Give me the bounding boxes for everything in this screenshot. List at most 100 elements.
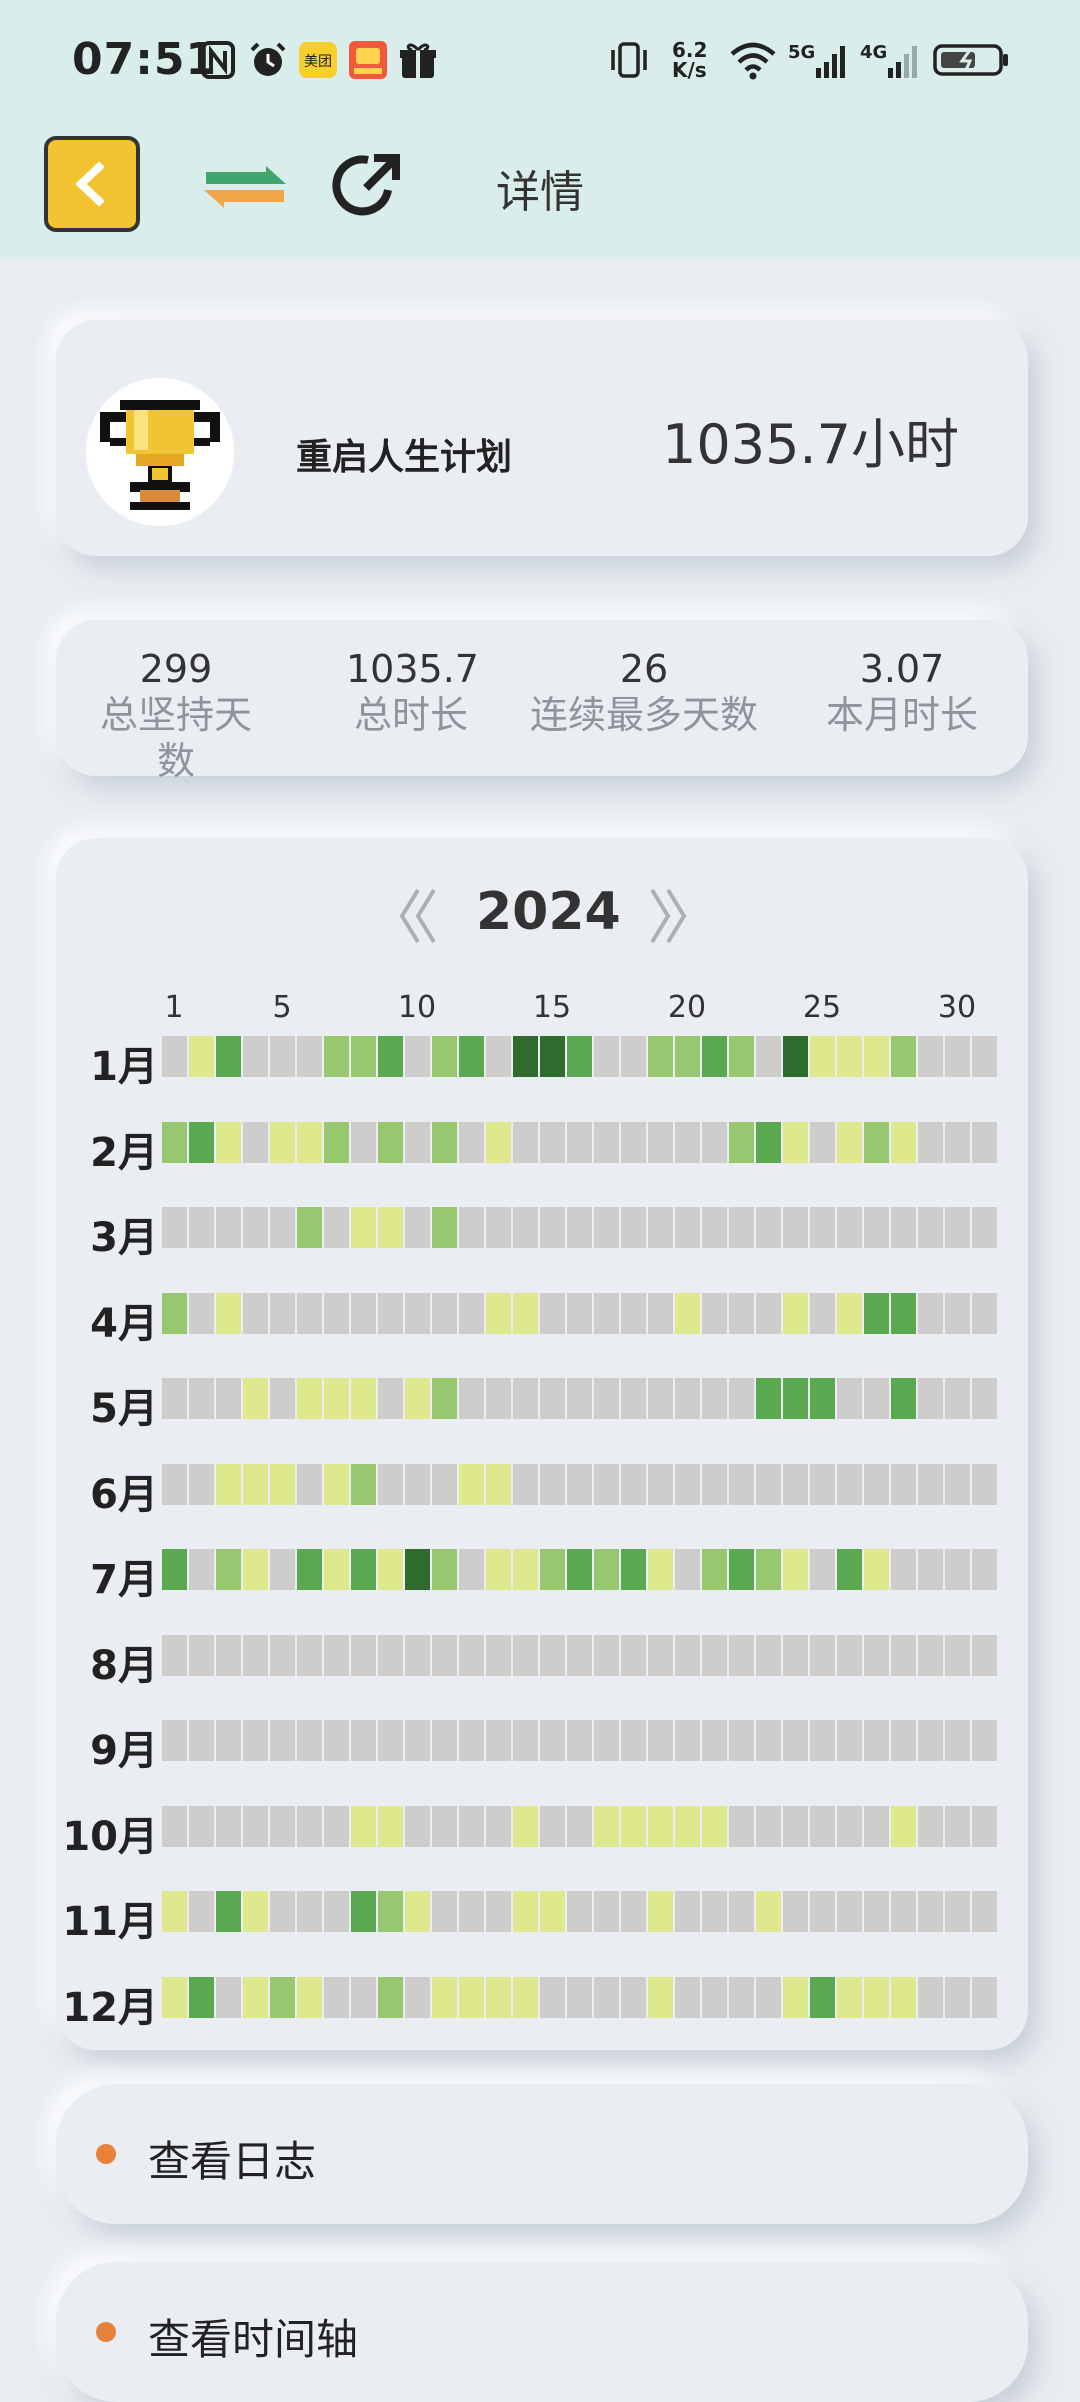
day-cell[interactable] [783, 1036, 808, 1077]
day-cell[interactable] [594, 1549, 619, 1590]
day-cell[interactable] [162, 1121, 187, 1163]
day-cell[interactable] [621, 1634, 646, 1676]
day-cell[interactable] [378, 1976, 403, 2018]
day-cell[interactable] [324, 1634, 349, 1676]
day-cell[interactable] [459, 1036, 484, 1077]
day-cell[interactable] [918, 1976, 943, 2018]
day-cell[interactable] [918, 1634, 943, 1676]
day-cell[interactable] [459, 1463, 484, 1505]
day-cell[interactable] [837, 1292, 862, 1334]
day-cell[interactable] [270, 1207, 295, 1248]
day-cell[interactable] [378, 1634, 403, 1676]
day-cell[interactable] [486, 1292, 511, 1334]
day-cell[interactable] [189, 1634, 214, 1676]
day-cell[interactable] [459, 1720, 484, 1761]
share-button[interactable] [328, 146, 408, 226]
day-cell[interactable] [432, 1720, 457, 1761]
day-cell[interactable] [405, 1036, 430, 1077]
day-cell[interactable] [972, 1634, 997, 1676]
day-cell[interactable] [270, 1891, 295, 1932]
day-cell[interactable] [594, 1036, 619, 1077]
day-cell[interactable] [648, 1378, 673, 1419]
day-cell[interactable] [810, 1292, 835, 1334]
day-cell[interactable] [945, 1549, 970, 1590]
day-cell[interactable] [162, 1463, 187, 1505]
day-cell[interactable] [756, 1634, 781, 1676]
day-cell[interactable] [702, 1207, 727, 1248]
day-cell[interactable] [972, 1463, 997, 1505]
day-cell[interactable] [216, 1634, 241, 1676]
day-cell[interactable] [864, 1720, 889, 1761]
day-cell[interactable] [675, 1207, 700, 1248]
day-cell[interactable] [378, 1891, 403, 1932]
day-cell[interactable] [432, 1976, 457, 2018]
day-cell[interactable] [864, 1207, 889, 1248]
swap-button[interactable] [200, 142, 290, 232]
day-cell[interactable] [837, 1463, 862, 1505]
day-cell[interactable] [378, 1207, 403, 1248]
day-cell[interactable] [648, 1720, 673, 1761]
day-cell[interactable] [351, 1976, 376, 2018]
day-cell[interactable] [567, 1121, 592, 1163]
day-cell[interactable] [864, 1634, 889, 1676]
day-cell[interactable] [297, 1805, 322, 1847]
day-cell[interactable] [675, 1036, 700, 1077]
day-cell[interactable] [864, 1549, 889, 1590]
day-cell[interactable] [243, 1720, 268, 1761]
day-cell[interactable] [756, 1292, 781, 1334]
day-cell[interactable] [594, 1292, 619, 1334]
day-cell[interactable] [918, 1463, 943, 1505]
day-cell[interactable] [270, 1121, 295, 1163]
day-cell[interactable] [972, 1207, 997, 1248]
day-cell[interactable] [486, 1036, 511, 1077]
day-cell[interactable] [891, 1976, 916, 2018]
day-cell[interactable] [405, 1976, 430, 2018]
day-cell[interactable] [675, 1805, 700, 1847]
day-cell[interactable] [270, 1036, 295, 1077]
day-cell[interactable] [351, 1891, 376, 1932]
day-cell[interactable] [324, 1463, 349, 1505]
day-cell[interactable] [918, 1036, 943, 1077]
day-cell[interactable] [729, 1207, 754, 1248]
day-cell[interactable] [567, 1292, 592, 1334]
day-cell[interactable] [918, 1549, 943, 1590]
day-cell[interactable] [918, 1891, 943, 1932]
day-cell[interactable] [567, 1207, 592, 1248]
day-cell[interactable] [459, 1891, 484, 1932]
day-cell[interactable] [702, 1463, 727, 1505]
day-cell[interactable] [756, 1720, 781, 1761]
day-cell[interactable] [864, 1121, 889, 1163]
day-cell[interactable] [891, 1036, 916, 1077]
day-cell[interactable] [189, 1891, 214, 1932]
day-cell[interactable] [162, 1634, 187, 1676]
day-cell[interactable] [729, 1292, 754, 1334]
day-cell[interactable] [351, 1378, 376, 1419]
day-cell[interactable] [945, 1121, 970, 1163]
day-cell[interactable] [945, 1805, 970, 1847]
day-cell[interactable] [459, 1207, 484, 1248]
next-year-button[interactable] [646, 886, 690, 946]
day-cell[interactable] [486, 1720, 511, 1761]
day-cell[interactable] [567, 1805, 592, 1847]
day-cell[interactable] [648, 1891, 673, 1932]
day-cell[interactable] [243, 1121, 268, 1163]
day-cell[interactable] [837, 1378, 862, 1419]
day-cell[interactable] [567, 1976, 592, 2018]
day-cell[interactable] [837, 1549, 862, 1590]
day-cell[interactable] [864, 1805, 889, 1847]
day-cell[interactable] [351, 1292, 376, 1334]
day-cell[interactable] [243, 1292, 268, 1334]
day-cell[interactable] [189, 1463, 214, 1505]
day-cell[interactable] [702, 1720, 727, 1761]
day-cell[interactable] [432, 1549, 457, 1590]
day-cell[interactable] [675, 1378, 700, 1419]
day-cell[interactable] [837, 1036, 862, 1077]
day-cell[interactable] [864, 1976, 889, 2018]
day-cell[interactable] [162, 1292, 187, 1334]
day-cell[interactable] [621, 1121, 646, 1163]
day-cell[interactable] [756, 1463, 781, 1505]
day-cell[interactable] [702, 1036, 727, 1077]
day-cell[interactable] [918, 1805, 943, 1847]
day-cell[interactable] [702, 1121, 727, 1163]
day-cell[interactable] [297, 1976, 322, 2018]
